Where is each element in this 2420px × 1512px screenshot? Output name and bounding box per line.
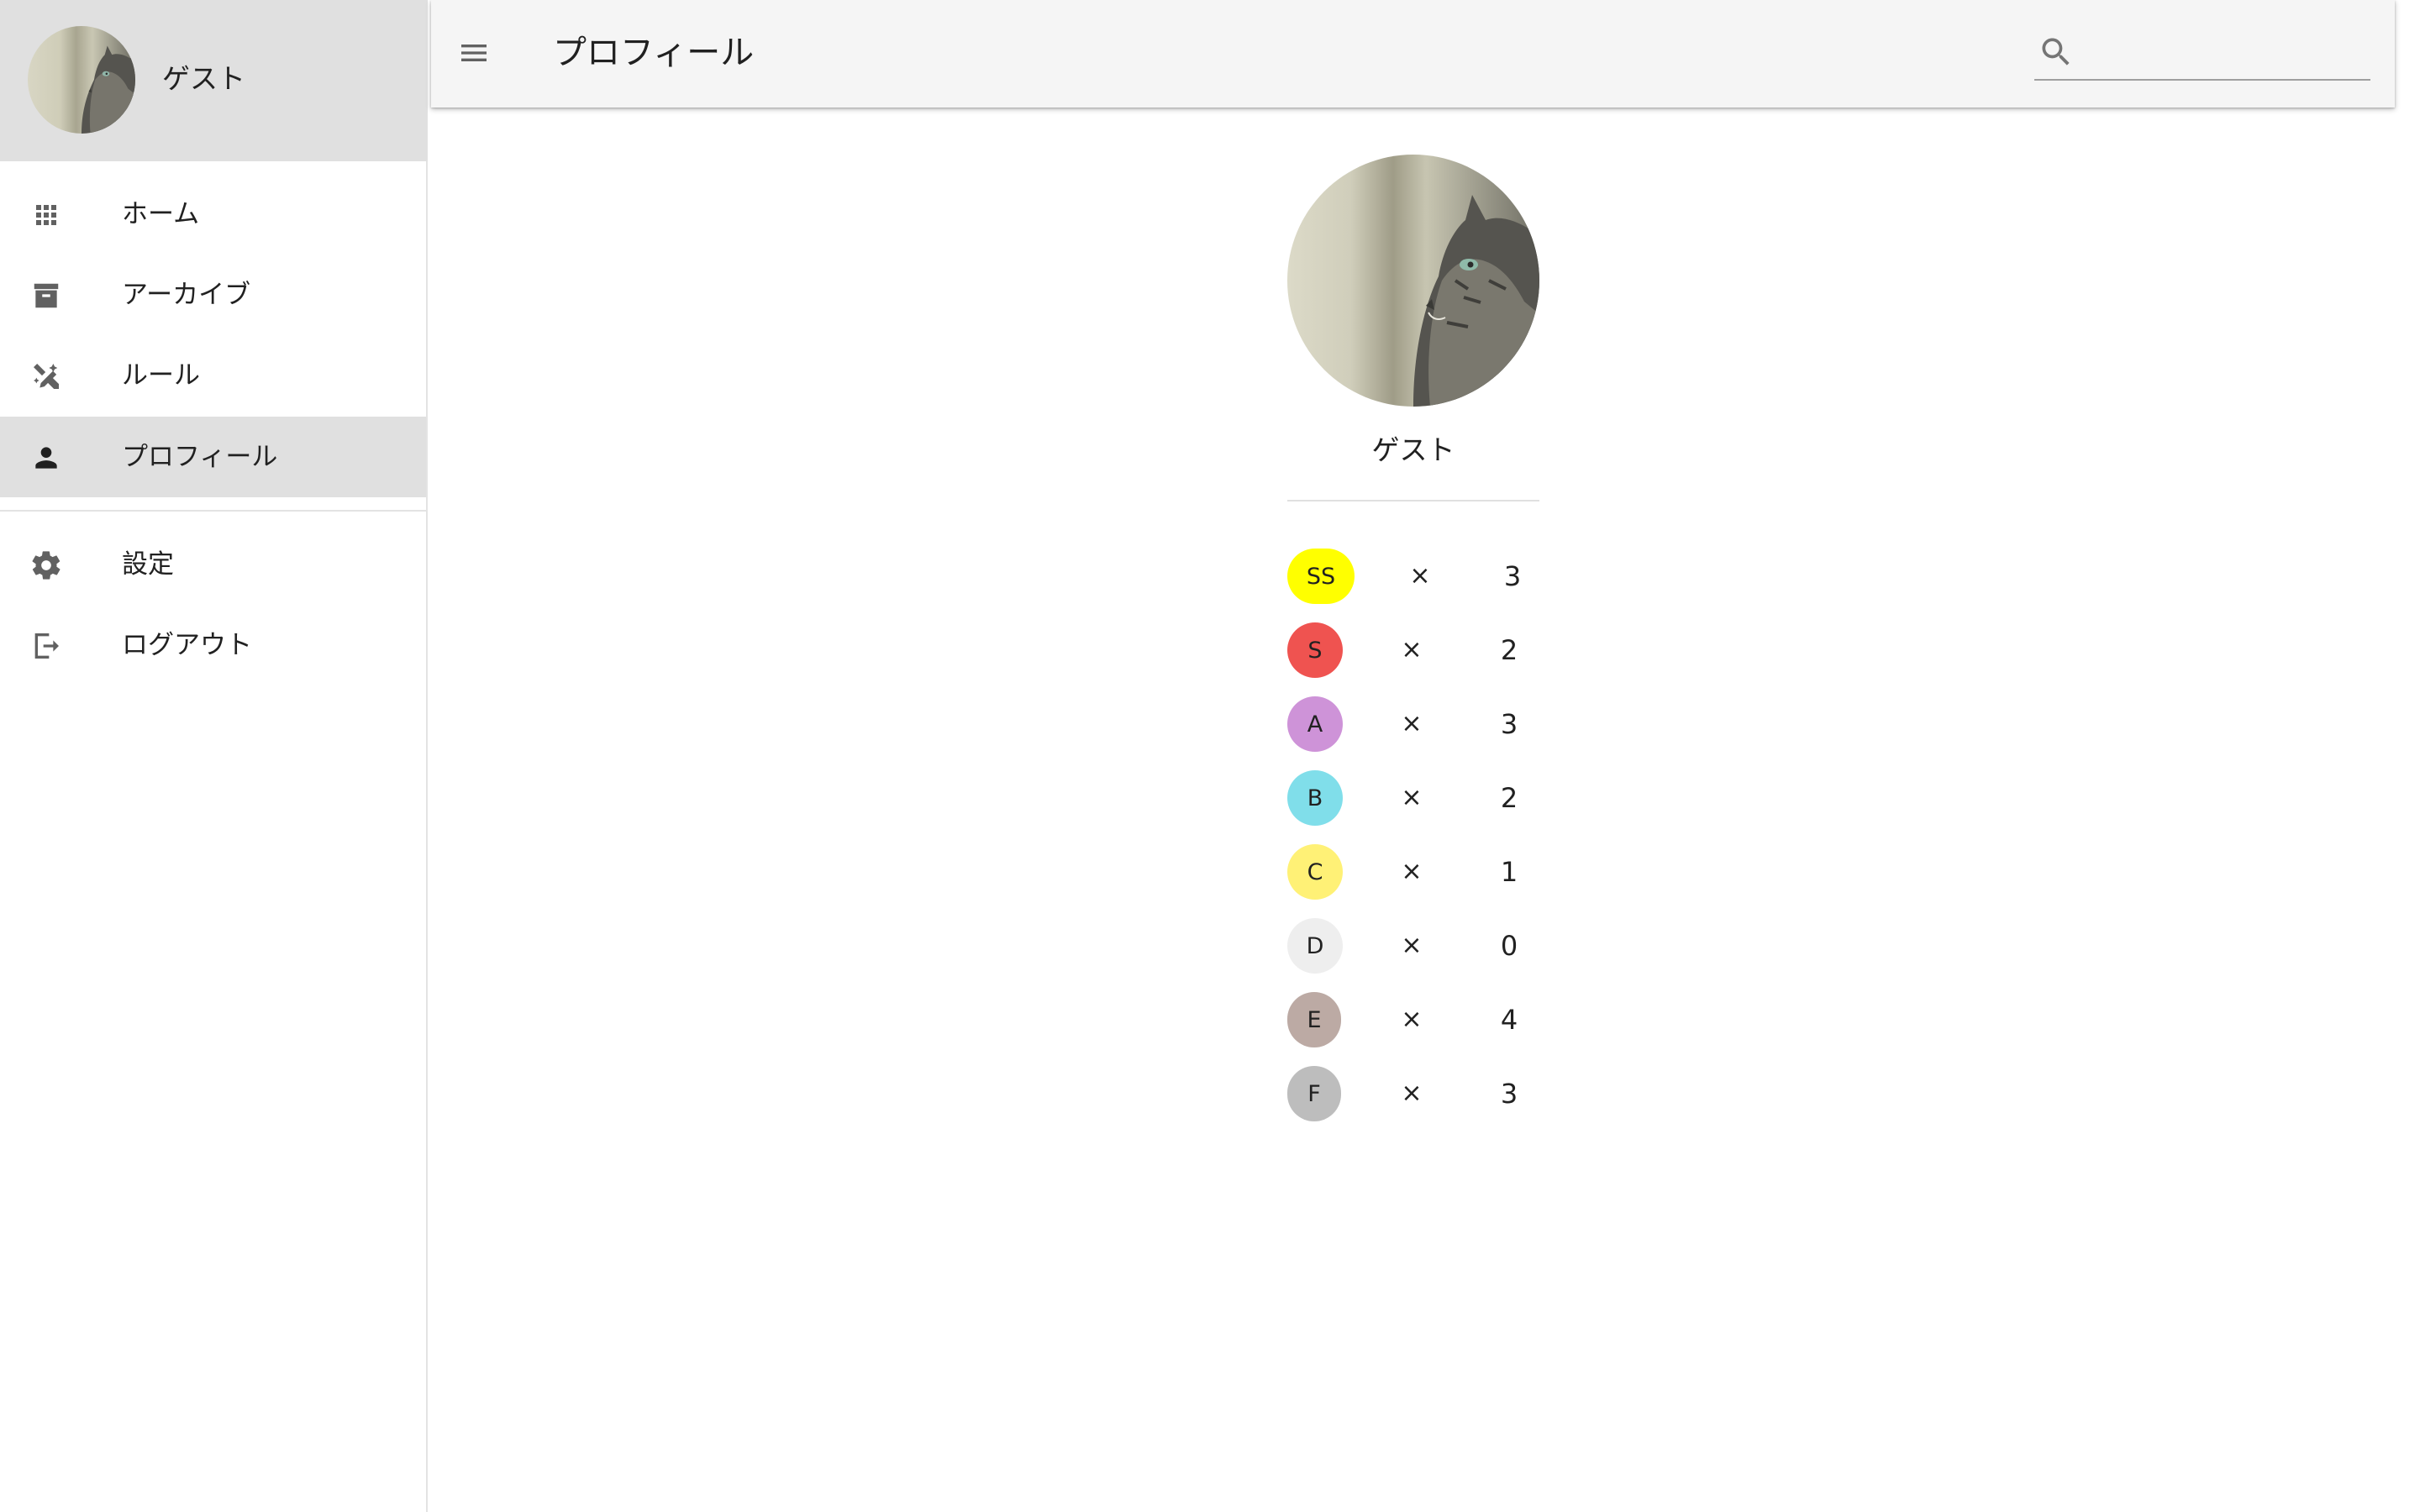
menu-button[interactable] (448, 29, 500, 81)
grade-badge: D (1287, 918, 1343, 974)
times-symbol: × (1409, 561, 1431, 591)
page-title: プロフィール (553, 34, 755, 72)
grade-badge: C (1287, 844, 1343, 900)
menu-icon (457, 36, 491, 73)
app-root: ゲスト ホーム アーカイブ ルール プロフィール 設定 ログアウト プロフィール… (0, 0, 2420, 1512)
grade-row-f: F × 3 (1287, 1066, 1539, 1121)
grade-count: 0 (1500, 930, 1518, 962)
grade-badge: SS (1287, 549, 1355, 604)
times-symbol: × (1401, 857, 1423, 886)
nav-label-rules: ルール (122, 360, 200, 391)
nav-item-settings[interactable]: 設定 (0, 524, 426, 605)
gear-icon (29, 548, 64, 583)
grade-badge: B (1287, 770, 1343, 826)
grade-badge: F (1287, 1066, 1341, 1121)
nav-item-logout[interactable]: ログアウト (0, 605, 426, 685)
grade-count: 3 (1500, 1078, 1518, 1110)
grade-row-b: B × 2 (1287, 770, 1539, 826)
nav-item-archive[interactable]: アーカイブ (0, 255, 426, 335)
profile-divider (1287, 500, 1539, 501)
top-app-bar: プロフィール (431, 0, 2395, 108)
nav-divider (0, 510, 426, 512)
grade-count: 2 (1500, 782, 1518, 814)
times-symbol: × (1401, 1005, 1423, 1034)
grade-row-c: C × 1 (1287, 844, 1539, 900)
times-symbol: × (1401, 635, 1423, 664)
logout-icon (29, 628, 64, 664)
ruler-pencil-icon (29, 359, 64, 394)
nav-label-archive: アーカイブ (122, 280, 251, 310)
cat-photo-image (28, 26, 135, 134)
grade-row-e: E × 4 (1287, 992, 1539, 1047)
search-icon (2038, 34, 2075, 71)
grade-badge: S (1287, 622, 1343, 678)
cat-photo-image (1287, 155, 1539, 407)
drawer-username: ゲスト (162, 62, 245, 95)
times-symbol: × (1401, 783, 1423, 812)
nav-label-logout: ログアウト (122, 630, 252, 660)
profile-photo (1287, 155, 1539, 407)
grade-count: 3 (1500, 708, 1518, 740)
grade-row-s: S × 2 (1287, 622, 1539, 678)
grade-badge: E (1287, 992, 1341, 1047)
person-icon (29, 440, 64, 475)
times-symbol: × (1401, 1079, 1423, 1108)
nav-item-profile[interactable]: プロフィール (0, 417, 426, 497)
grade-badge: A (1287, 696, 1343, 752)
archive-icon (29, 278, 64, 313)
profile-name: ゲスト (1371, 433, 1455, 466)
grade-count: 1 (1500, 856, 1518, 888)
grade-count: 3 (1503, 560, 1522, 592)
nav-label-settings: 設定 (122, 549, 174, 580)
search-field[interactable] (2034, 30, 2370, 81)
nav-item-rules[interactable]: ルール (0, 335, 426, 416)
grade-count: 4 (1500, 1004, 1518, 1036)
grade-count: 2 (1500, 634, 1518, 666)
user-avatar[interactable] (28, 26, 135, 134)
grade-row-a: A × 3 (1287, 696, 1539, 752)
nav-label-home: ホーム (122, 199, 200, 229)
nav-item-home[interactable]: ホーム (0, 174, 426, 255)
navigation-drawer: ゲスト ホーム アーカイブ ルール プロフィール 設定 ログアウト (0, 0, 428, 1512)
grade-row-d: D × 0 (1287, 918, 1539, 974)
times-symbol: × (1401, 709, 1423, 738)
times-symbol: × (1401, 931, 1423, 960)
nav-label-profile: プロフィール (122, 442, 278, 472)
search-input[interactable] (2085, 35, 2370, 74)
drawer-header: ゲスト (0, 0, 428, 161)
apps-grid-icon (29, 197, 64, 233)
grade-row-ss: SS × 3 (1287, 549, 1539, 604)
